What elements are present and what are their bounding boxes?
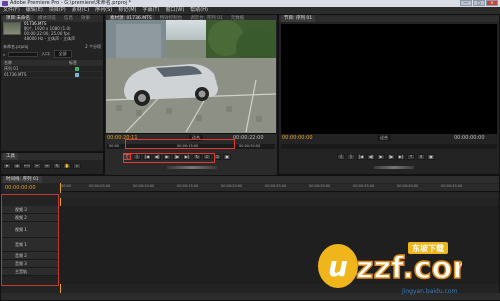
program-monitor: 节目: 序列 01 00:00:00:00 适合 00:00:00:00 { }…	[278, 14, 500, 175]
ruler-label: 00:00	[61, 184, 72, 188]
work-area-bar[interactable]	[59, 193, 499, 198]
step-forward-icon[interactable]: |▶	[387, 154, 395, 160]
close-button[interactable]: ✕	[486, 0, 498, 6]
list-item[interactable]: 01736.MTS	[1, 72, 103, 78]
watermark-site: jingyan.baidu.com	[402, 288, 458, 295]
mark-out-icon[interactable]: }	[347, 154, 355, 160]
tab-tools[interactable]: 工具	[3, 153, 18, 160]
zoom-tool-icon[interactable]: ⌕	[73, 163, 81, 169]
ripple-edit-icon[interactable]: ⟷	[23, 163, 31, 169]
ruler-label: 00:00	[109, 144, 120, 148]
source-timecode-out: 00:00:22:00	[233, 135, 264, 141]
menu-help[interactable]: 帮助(H)	[190, 7, 208, 14]
ruler-label: 00:00:20:00	[221, 184, 243, 188]
goto-out-icon[interactable]: ▶|	[397, 154, 405, 160]
timeline-tabs: 时间线: 序列 01	[1, 176, 499, 183]
ruler-label: 00:00:10:00	[133, 184, 155, 188]
in-label: 入口:	[41, 51, 51, 56]
goto-in-icon[interactable]: |◀	[357, 154, 365, 160]
window-titlebar: Adobe Premiere Pro - G:\premiere\未命名.prp…	[0, 0, 500, 7]
column-name[interactable]: 名称	[4, 60, 12, 65]
program-fit-select[interactable]: 适合	[377, 135, 391, 141]
ruler-label: 00:00:05:00	[89, 184, 111, 188]
project-search: ⌕ 入口: 全部	[3, 50, 101, 58]
premiere-app-icon	[2, 1, 8, 6]
program-timecode-out: 00:00:00:00	[454, 135, 485, 141]
menu-sequence[interactable]: 序列(S)	[95, 7, 112, 14]
project-name: 未命名.prproj	[3, 44, 29, 49]
hand-tool-icon[interactable]: ✋	[63, 163, 71, 169]
maximize-button[interactable]: ▢	[473, 0, 485, 6]
label-swatch	[75, 73, 79, 77]
svg-text:zzf.com: zzf.com	[356, 251, 462, 286]
extract-icon[interactable]: ⇞	[417, 154, 425, 160]
watermark-logo-tag: 东坡下载	[412, 244, 444, 253]
window-title: Adobe Premiere Pro - G:\premiere\未命名.prp…	[10, 0, 132, 6]
highlight-box	[1, 194, 59, 286]
pen-tool-icon[interactable]: ✎	[53, 163, 61, 169]
ruler-label: 00:00:45:00	[441, 184, 463, 188]
parking-lot-image	[106, 20, 276, 133]
project-summary: 未命名.prproj 2 个分项	[3, 44, 101, 50]
program-video-frame[interactable]	[281, 24, 497, 134]
menu-title[interactable]: 字幕(T)	[142, 7, 159, 14]
program-transport: { } |◀ ◀| ▶ |▶ ▶| ⇡ ⇞ ▣	[337, 154, 435, 160]
ruler-label: 00:00:30:00	[239, 144, 261, 148]
highlight-box	[125, 139, 235, 149]
search-input[interactable]	[8, 51, 39, 57]
jog-shuttle[interactable]	[167, 166, 217, 169]
tool-buttons: ➤ ⇉ ⟷ ✂ ↔ ✎ ✋ ⌕	[3, 163, 81, 169]
track-select-icon[interactable]: ⇉	[13, 163, 21, 169]
tools-tabs: 工具	[1, 153, 103, 160]
program-tabs: 节目: 序列 01	[279, 15, 499, 22]
window-controls: — ▢ ✕	[460, 0, 498, 7]
export-frame-icon[interactable]: ▣	[427, 154, 435, 160]
column-label[interactable]: 标签	[69, 60, 77, 65]
source-video-frame[interactable]	[106, 20, 276, 133]
item-count: 2 个分项	[85, 44, 101, 49]
tools-panel: 工具 ➤ ⇉ ⟷ ✂ ↔ ✎ ✋ ⌕	[0, 152, 104, 175]
clip-audio: 48000 Hz - 立体声 - 立体声	[24, 36, 76, 41]
program-timecode-in[interactable]: 00:00:00:00	[282, 135, 313, 141]
razor-tool-icon[interactable]: ✂	[33, 163, 41, 169]
play-icon[interactable]: ▶	[377, 154, 385, 160]
timeline-ruler[interactable]: 00:00 00:00:05:00 00:00:10:00 00:00:15:0…	[59, 184, 499, 192]
project-list: 名称 标签 序列 01 01736.MTS	[1, 60, 103, 78]
ruler-label: 00:00:25:00	[265, 184, 287, 188]
search-icon[interactable]: ⌕	[3, 52, 5, 57]
source-controls: 00:00:20:11 适合 00:00:22:00 00:00 00:00:1…	[105, 133, 277, 175]
menu-marker[interactable]: 标记(M)	[118, 7, 136, 14]
tab-timeline[interactable]: 时间线: 序列 01	[3, 176, 42, 183]
clip-info: 01736.MTS 影片, 1920 x 1080 (1.0) 00:00:22…	[24, 21, 104, 41]
ruler-label: 00:00:40:00	[397, 184, 419, 188]
jog-shuttle[interactable]	[374, 166, 414, 169]
in-select[interactable]: 全部	[53, 50, 72, 58]
timeline-timecode[interactable]: 00:00:00:00	[5, 185, 36, 191]
ruler-label: 00:00:30:00	[309, 184, 331, 188]
sequence-item-label: 序列 01	[4, 66, 19, 71]
svg-text:u: u	[328, 250, 348, 283]
clip-item-label: 01736.MTS	[4, 72, 27, 77]
clip-thumbnail[interactable]	[3, 22, 21, 35]
tab-program[interactable]: 节目: 序列 01	[281, 15, 316, 22]
mark-in-icon[interactable]: {	[337, 154, 345, 160]
menu-window[interactable]: 窗口(W)	[165, 7, 184, 14]
ruler-label: 00:00:35:00	[353, 184, 375, 188]
menu-project[interactable]: 项目(P)	[49, 7, 66, 14]
menu-file[interactable]: 文件(F)	[3, 7, 20, 14]
menu-edit[interactable]: 编辑(E)	[26, 7, 43, 14]
minimize-button[interactable]: —	[460, 0, 472, 6]
watermark-logo: u zzf.com 东坡下载	[312, 240, 484, 290]
menu-bar: 文件(F) 编辑(E) 项目(P) 素材(C) 序列(S) 标记(M) 字幕(T…	[0, 7, 500, 14]
step-back-icon[interactable]: ◀|	[367, 154, 375, 160]
export-frame-icon[interactable]: ▣	[223, 154, 231, 160]
ruler-label: 00:00:15:00	[177, 184, 199, 188]
lift-icon[interactable]: ⇡	[407, 154, 415, 160]
slip-tool-icon[interactable]: ↔	[43, 163, 51, 169]
highlight-box	[123, 153, 215, 163]
selection-tool-icon[interactable]: ➤	[3, 163, 11, 169]
program-time-ruler[interactable]	[281, 144, 497, 149]
label-swatch	[75, 67, 79, 71]
menu-clip[interactable]: 素材(C)	[72, 7, 89, 14]
